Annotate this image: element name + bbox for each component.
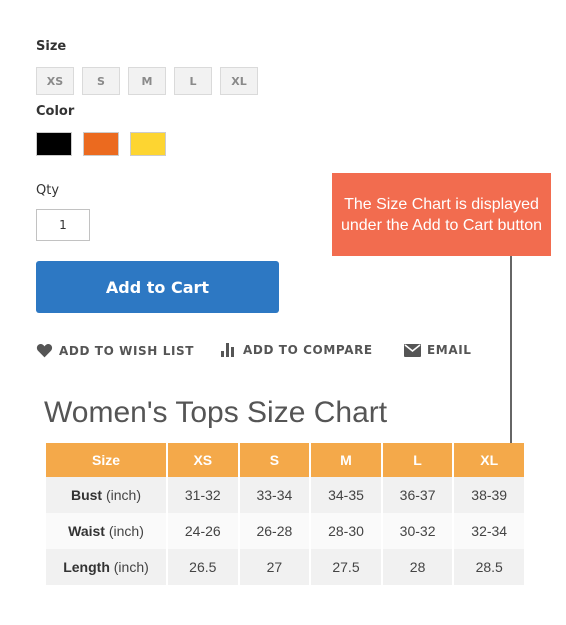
table-row: Length (inch) 26.5 27 27.5 28 28.5 [46,549,524,585]
bar-chart-icon [220,343,237,357]
color-label: Color [36,104,75,119]
size-swatches: XS S M L XL [36,67,258,95]
heart-icon [36,343,53,358]
table-cell: 24-26 [168,513,238,549]
header-cell: M [311,443,381,477]
add-to-wishlist-link[interactable]: ADD TO WISH LIST [36,343,194,358]
compare-label: ADD TO COMPARE [243,343,373,357]
table-cell: 34-35 [311,477,381,513]
table-cell: 28.5 [454,549,524,585]
size-option-l[interactable]: L [174,67,212,95]
table-cell: 28 [382,549,453,585]
header-cell: S [239,443,310,477]
color-option-orange[interactable] [83,132,119,156]
add-to-compare-link[interactable]: ADD TO COMPARE [220,343,373,357]
wishlist-label: ADD TO WISH LIST [59,343,195,358]
table-cell: 26-28 [239,513,310,549]
size-chart-table: Size XS S M L XL Bust (inch) 31-32 33-34… [44,443,526,585]
row-unit: (inch) [113,559,149,575]
header-cell: L [382,443,453,477]
row-label: Bust [70,487,103,503]
row-label-cell: Waist (inch) [46,513,166,549]
table-cell: 27 [239,549,310,585]
size-option-xl[interactable]: XL [220,67,258,95]
annotation-callout: The Size Chart is displayed under the Ad… [332,173,551,256]
header-cell: XS [168,443,238,477]
qty-label: Qty [36,183,60,198]
table-cell: 33-34 [239,477,310,513]
table-row: Bust (inch) 31-32 33-34 34-35 36-37 38-3… [46,477,524,513]
header-cell: Size [46,443,166,477]
table-cell: 28-30 [311,513,381,549]
size-chart-header-row: Size XS S M L XL [46,443,524,477]
color-swatches [36,132,166,156]
row-label: Waist [68,523,105,539]
row-label-cell: Length (inch) [46,549,166,585]
row-unit: (inch) [108,523,144,539]
header-cell: XL [454,443,524,477]
qty-input[interactable] [36,209,90,241]
row-label-cell: Bust (inch) [46,477,166,513]
table-cell: 31-32 [168,477,238,513]
table-cell: 32-34 [454,513,524,549]
table-cell: 27.5 [311,549,381,585]
row-unit: (inch) [106,487,142,503]
size-option-s[interactable]: S [82,67,120,95]
row-label: Length [63,559,110,575]
size-chart-title: Women's Tops Size Chart [44,396,388,429]
table-cell: 26.5 [168,549,238,585]
email-link[interactable]: EMAIL [404,343,472,357]
envelope-icon [404,343,421,357]
size-option-xs[interactable]: XS [36,67,74,95]
size-option-m[interactable]: M [128,67,166,95]
add-to-cart-button[interactable]: Add to Cart [36,261,279,313]
table-cell: 36-37 [382,477,453,513]
email-label: EMAIL [427,343,472,357]
table-row: Waist (inch) 24-26 26-28 28-30 30-32 32-… [46,513,524,549]
table-cell: 30-32 [382,513,453,549]
table-cell: 38-39 [454,477,524,513]
color-option-black[interactable] [36,132,72,156]
color-option-yellow[interactable] [130,132,166,156]
annotation-connector [510,256,512,443]
size-label: Size [36,39,67,54]
